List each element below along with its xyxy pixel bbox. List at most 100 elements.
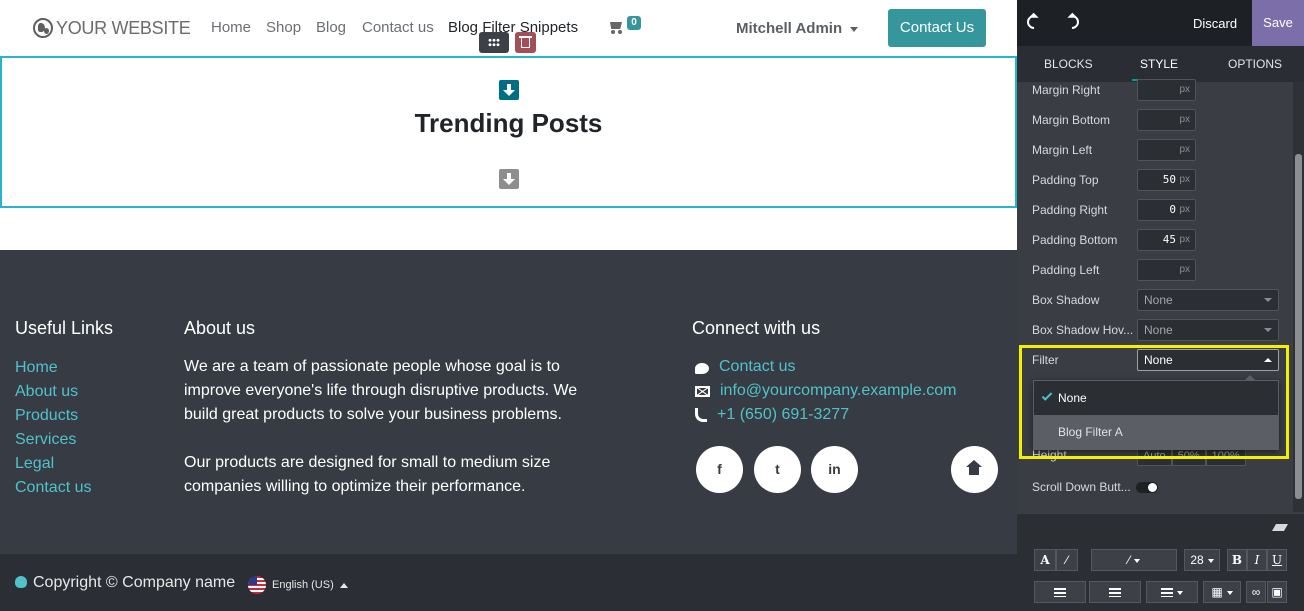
site-logo[interactable]: YOUR WEBSITE: [33, 17, 191, 39]
filter-option-none[interactable]: None: [1034, 381, 1278, 415]
brush-icon[interactable]: ⁄: [1056, 549, 1078, 571]
scroll-down-label: Scroll Down Butt...: [1032, 480, 1131, 494]
about-paragraph: We are a team of passionate people whose…: [184, 358, 578, 423]
nav-home[interactable]: Home: [211, 19, 251, 36]
arrow-down-icon[interactable]: [499, 80, 519, 100]
contact-link[interactable]: Contact us: [719, 358, 795, 376]
save-button[interactable]: Save: [1252, 0, 1304, 46]
text-format-toolbar: A ⁄ ⁄ 28 B I U ▦ ∞ ▣: [1017, 514, 1304, 611]
padding-right-input[interactable]: 0 px: [1137, 199, 1196, 221]
contact-list: Contact us info@yourcompany.example.com …: [695, 355, 957, 427]
link-icon[interactable]: ∞: [1246, 581, 1266, 603]
footer-link-products[interactable]: Products: [15, 404, 91, 428]
undo-icon[interactable]: [1024, 12, 1044, 32]
align-icon[interactable]: [1146, 581, 1198, 603]
trash-icon[interactable]: [515, 32, 536, 53]
tab-options[interactable]: OPTIONS: [1228, 57, 1282, 71]
margin-bottom-label: Margin Bottom: [1032, 113, 1111, 127]
nav-contact-us[interactable]: Contact us: [362, 19, 434, 36]
scroll-down-toggle[interactable]: [1136, 482, 1158, 493]
padding-top-input[interactable]: 50 px: [1137, 169, 1196, 191]
contact-us-button[interactable]: Contact Us: [888, 9, 986, 47]
footer-link-contact[interactable]: Contact us: [15, 476, 91, 500]
margin-left-label: Margin Left: [1032, 143, 1093, 157]
bold-button[interactable]: B: [1227, 549, 1247, 571]
box-shadow-select[interactable]: None: [1137, 289, 1279, 311]
panel-scrollbar[interactable]: [1293, 82, 1304, 512]
redo-icon[interactable]: [1062, 12, 1082, 32]
home-icon[interactable]: [951, 446, 998, 493]
bullet-list-icon[interactable]: [1034, 581, 1086, 603]
box-shadow-label: Box Shadow: [1032, 293, 1100, 307]
font-size-select[interactable]: 28: [1184, 549, 1220, 571]
chevron-down-icon: [1264, 298, 1272, 302]
margin-right-input[interactable]: px: [1137, 79, 1196, 101]
arrow-down-icon[interactable]: [499, 169, 519, 189]
numbered-list-icon[interactable]: [1089, 581, 1141, 603]
chevron-down-icon: [850, 26, 859, 32]
box-shadow-hover-select[interactable]: None: [1137, 319, 1279, 341]
footer-link-services[interactable]: Services: [15, 428, 91, 452]
language-selector[interactable]: English (US): [248, 576, 348, 594]
trending-posts-section[interactable]: Trending Posts: [0, 56, 1017, 208]
section-title: Trending Posts: [414, 108, 603, 138]
copyright-bar: Copyright © Company name English (US): [0, 554, 1017, 611]
discard-button[interactable]: Discard: [1193, 16, 1237, 31]
user-name: Mitchell Admin: [736, 20, 843, 37]
nav-blog[interactable]: Blog: [316, 19, 346, 36]
image-icon[interactable]: ▣: [1267, 581, 1287, 603]
cart-count-badge: 0: [627, 16, 641, 30]
move-handle-icon[interactable]: [479, 32, 509, 53]
useful-links-list: Home About us Products Services Legal Co…: [15, 356, 91, 500]
copyright-label: Copyright © Company name: [33, 574, 236, 591]
email-link[interactable]: info@yourcompany.example.com: [720, 382, 957, 400]
padding-left-input[interactable]: px: [1137, 259, 1196, 281]
facebook-icon[interactable]: f: [696, 446, 743, 493]
cart-icon[interactable]: [608, 20, 624, 34]
globe-icon: [33, 18, 53, 38]
padding-bottom-input[interactable]: 45 px: [1137, 229, 1196, 251]
editor-tabs: BLOCKS STYLE OPTIONS: [1017, 46, 1304, 82]
underline-button[interactable]: U: [1267, 549, 1287, 571]
footer: Useful Links Home About us Products Serv…: [0, 250, 1017, 554]
linkedin-icon[interactable]: in: [811, 446, 858, 493]
filter-dropdown-menu: None Blog Filter A: [1033, 375, 1279, 450]
padding-top-label: Padding Top: [1032, 173, 1099, 187]
about-paragraph: Our products are designed for small to m…: [184, 454, 551, 495]
margin-bottom-input[interactable]: px: [1137, 109, 1196, 131]
snippet-toolbar: [479, 32, 536, 53]
padding-right-label: Padding Right: [1032, 203, 1108, 217]
chevron-up-icon: [1264, 358, 1272, 362]
filter-option-blog-filter-a[interactable]: Blog Filter A: [1034, 415, 1278, 449]
font-color-button[interactable]: A: [1034, 549, 1056, 571]
editor-header: Discard Save: [1017, 0, 1304, 46]
tab-blocks[interactable]: BLOCKS: [1044, 57, 1093, 71]
connect-title: Connect with us: [692, 318, 821, 338]
scrollbar-thumb[interactable]: [1295, 154, 1302, 499]
website-preview: YOUR WEBSITE Home Shop Blog Contact us B…: [0, 0, 1017, 611]
phone-link[interactable]: +1 (650) 691-3277: [717, 406, 849, 424]
mail-icon: [695, 385, 710, 397]
chevron-up-icon: [339, 582, 348, 588]
about-title: About us: [184, 318, 256, 338]
nav-shop[interactable]: Shop: [266, 19, 301, 36]
footer-link-home[interactable]: Home: [15, 356, 91, 380]
footer-link-legal[interactable]: Legal: [15, 452, 91, 476]
tab-style[interactable]: STYLE: [1140, 57, 1178, 71]
footer-link-about[interactable]: About us: [15, 380, 91, 404]
twitter-icon[interactable]: t: [754, 446, 801, 493]
italic-button[interactable]: I: [1247, 549, 1267, 571]
margin-left-input[interactable]: px: [1137, 139, 1196, 161]
filter-select[interactable]: None: [1137, 349, 1279, 371]
user-menu[interactable]: Mitchell Admin: [736, 20, 859, 37]
magic-wand-icon[interactable]: ⁄: [1091, 549, 1177, 571]
table-icon[interactable]: ▦: [1203, 581, 1241, 603]
us-flag-icon: [248, 576, 266, 594]
margin-right-label: Margin Right: [1032, 83, 1101, 97]
copyright-text: Copyright © Company name: [15, 574, 235, 592]
check-icon: [1041, 390, 1053, 401]
editor-panel: Discard Save BLOCKS STYLE OPTIONS Margin…: [1017, 0, 1304, 611]
eraser-icon[interactable]: [1271, 524, 1289, 531]
useful-links-title: Useful Links: [15, 318, 114, 338]
about-text: We are a team of passionate people whose…: [184, 355, 594, 499]
